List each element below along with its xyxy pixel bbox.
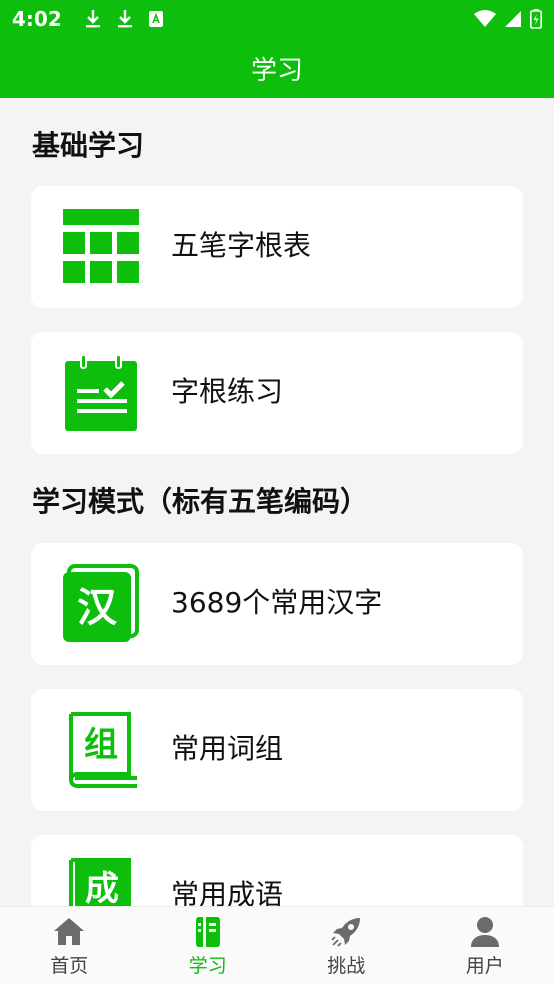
nav-item-challenge[interactable]: 挑战 xyxy=(277,907,416,984)
phrase-glyph: 组 xyxy=(84,725,118,765)
nav-item-home[interactable]: 首页 xyxy=(0,907,139,984)
card-label: 字根练习 xyxy=(171,375,284,408)
card-root-practice[interactable]: 字根练习 xyxy=(31,332,523,454)
battery-icon xyxy=(530,9,542,29)
nav-label: 首页 xyxy=(50,955,89,977)
idiom-glyph: 成 xyxy=(85,869,119,906)
download-icon xyxy=(117,10,132,28)
status-system-icons xyxy=(474,9,542,29)
page-title: 学习 xyxy=(250,55,303,86)
nav-item-user[interactable]: 用户 xyxy=(416,907,554,984)
phrase-book-icon: 组 xyxy=(69,712,137,788)
nav-label: 用户 xyxy=(465,955,504,977)
rocket-icon xyxy=(331,918,361,947)
nav-label: 学习 xyxy=(188,955,227,977)
card-label: 常用成语 xyxy=(171,878,284,906)
signal-icon xyxy=(505,11,521,27)
user-icon xyxy=(470,917,499,947)
card-wubi-root-table[interactable]: 五笔字根表 xyxy=(31,186,523,308)
home-icon xyxy=(54,918,85,945)
card-label: 常用词组 xyxy=(171,732,284,765)
card-common-phrases[interactable]: 组 常用词组 xyxy=(31,689,523,811)
hanzi-glyph: 汉 xyxy=(77,585,118,631)
section-title-study-mode: 学习模式（标有五笔编码） xyxy=(32,485,369,518)
nav-label: 挑战 xyxy=(327,955,366,977)
section-title-basic: 基础学习 xyxy=(32,129,145,162)
status-notification-icons xyxy=(84,9,164,29)
book-icon xyxy=(195,917,220,947)
practice-notepad-icon xyxy=(65,354,137,431)
status-time: 4:02 xyxy=(12,7,62,31)
hanzi-card-icon: 汉 xyxy=(63,564,139,642)
bottom-nav: 首页 学习 挑战 用户 xyxy=(0,906,554,984)
wifi-icon xyxy=(474,10,496,27)
idiom-book-icon: 成 xyxy=(69,858,131,906)
app-bar: 学习 xyxy=(0,38,554,98)
card-common-hanzi[interactable]: 汉 3689个常用汉字 xyxy=(31,543,523,665)
table-grid-icon xyxy=(63,209,139,283)
card-label: 五笔字根表 xyxy=(171,229,312,262)
nav-item-study[interactable]: 学习 xyxy=(139,907,278,984)
status-bar: 4:02 xyxy=(0,0,554,38)
learning-content[interactable]: 基础学习 五笔字根表 字根练习 学习模式（标有五笔编码） 汉 3689个常用汉字… xyxy=(0,98,554,906)
card-label: 3689个常用汉字 xyxy=(171,586,383,619)
card-common-idioms[interactable]: 成 常用成语 xyxy=(31,835,523,906)
download-icon xyxy=(85,10,100,28)
translate-icon xyxy=(148,11,163,27)
